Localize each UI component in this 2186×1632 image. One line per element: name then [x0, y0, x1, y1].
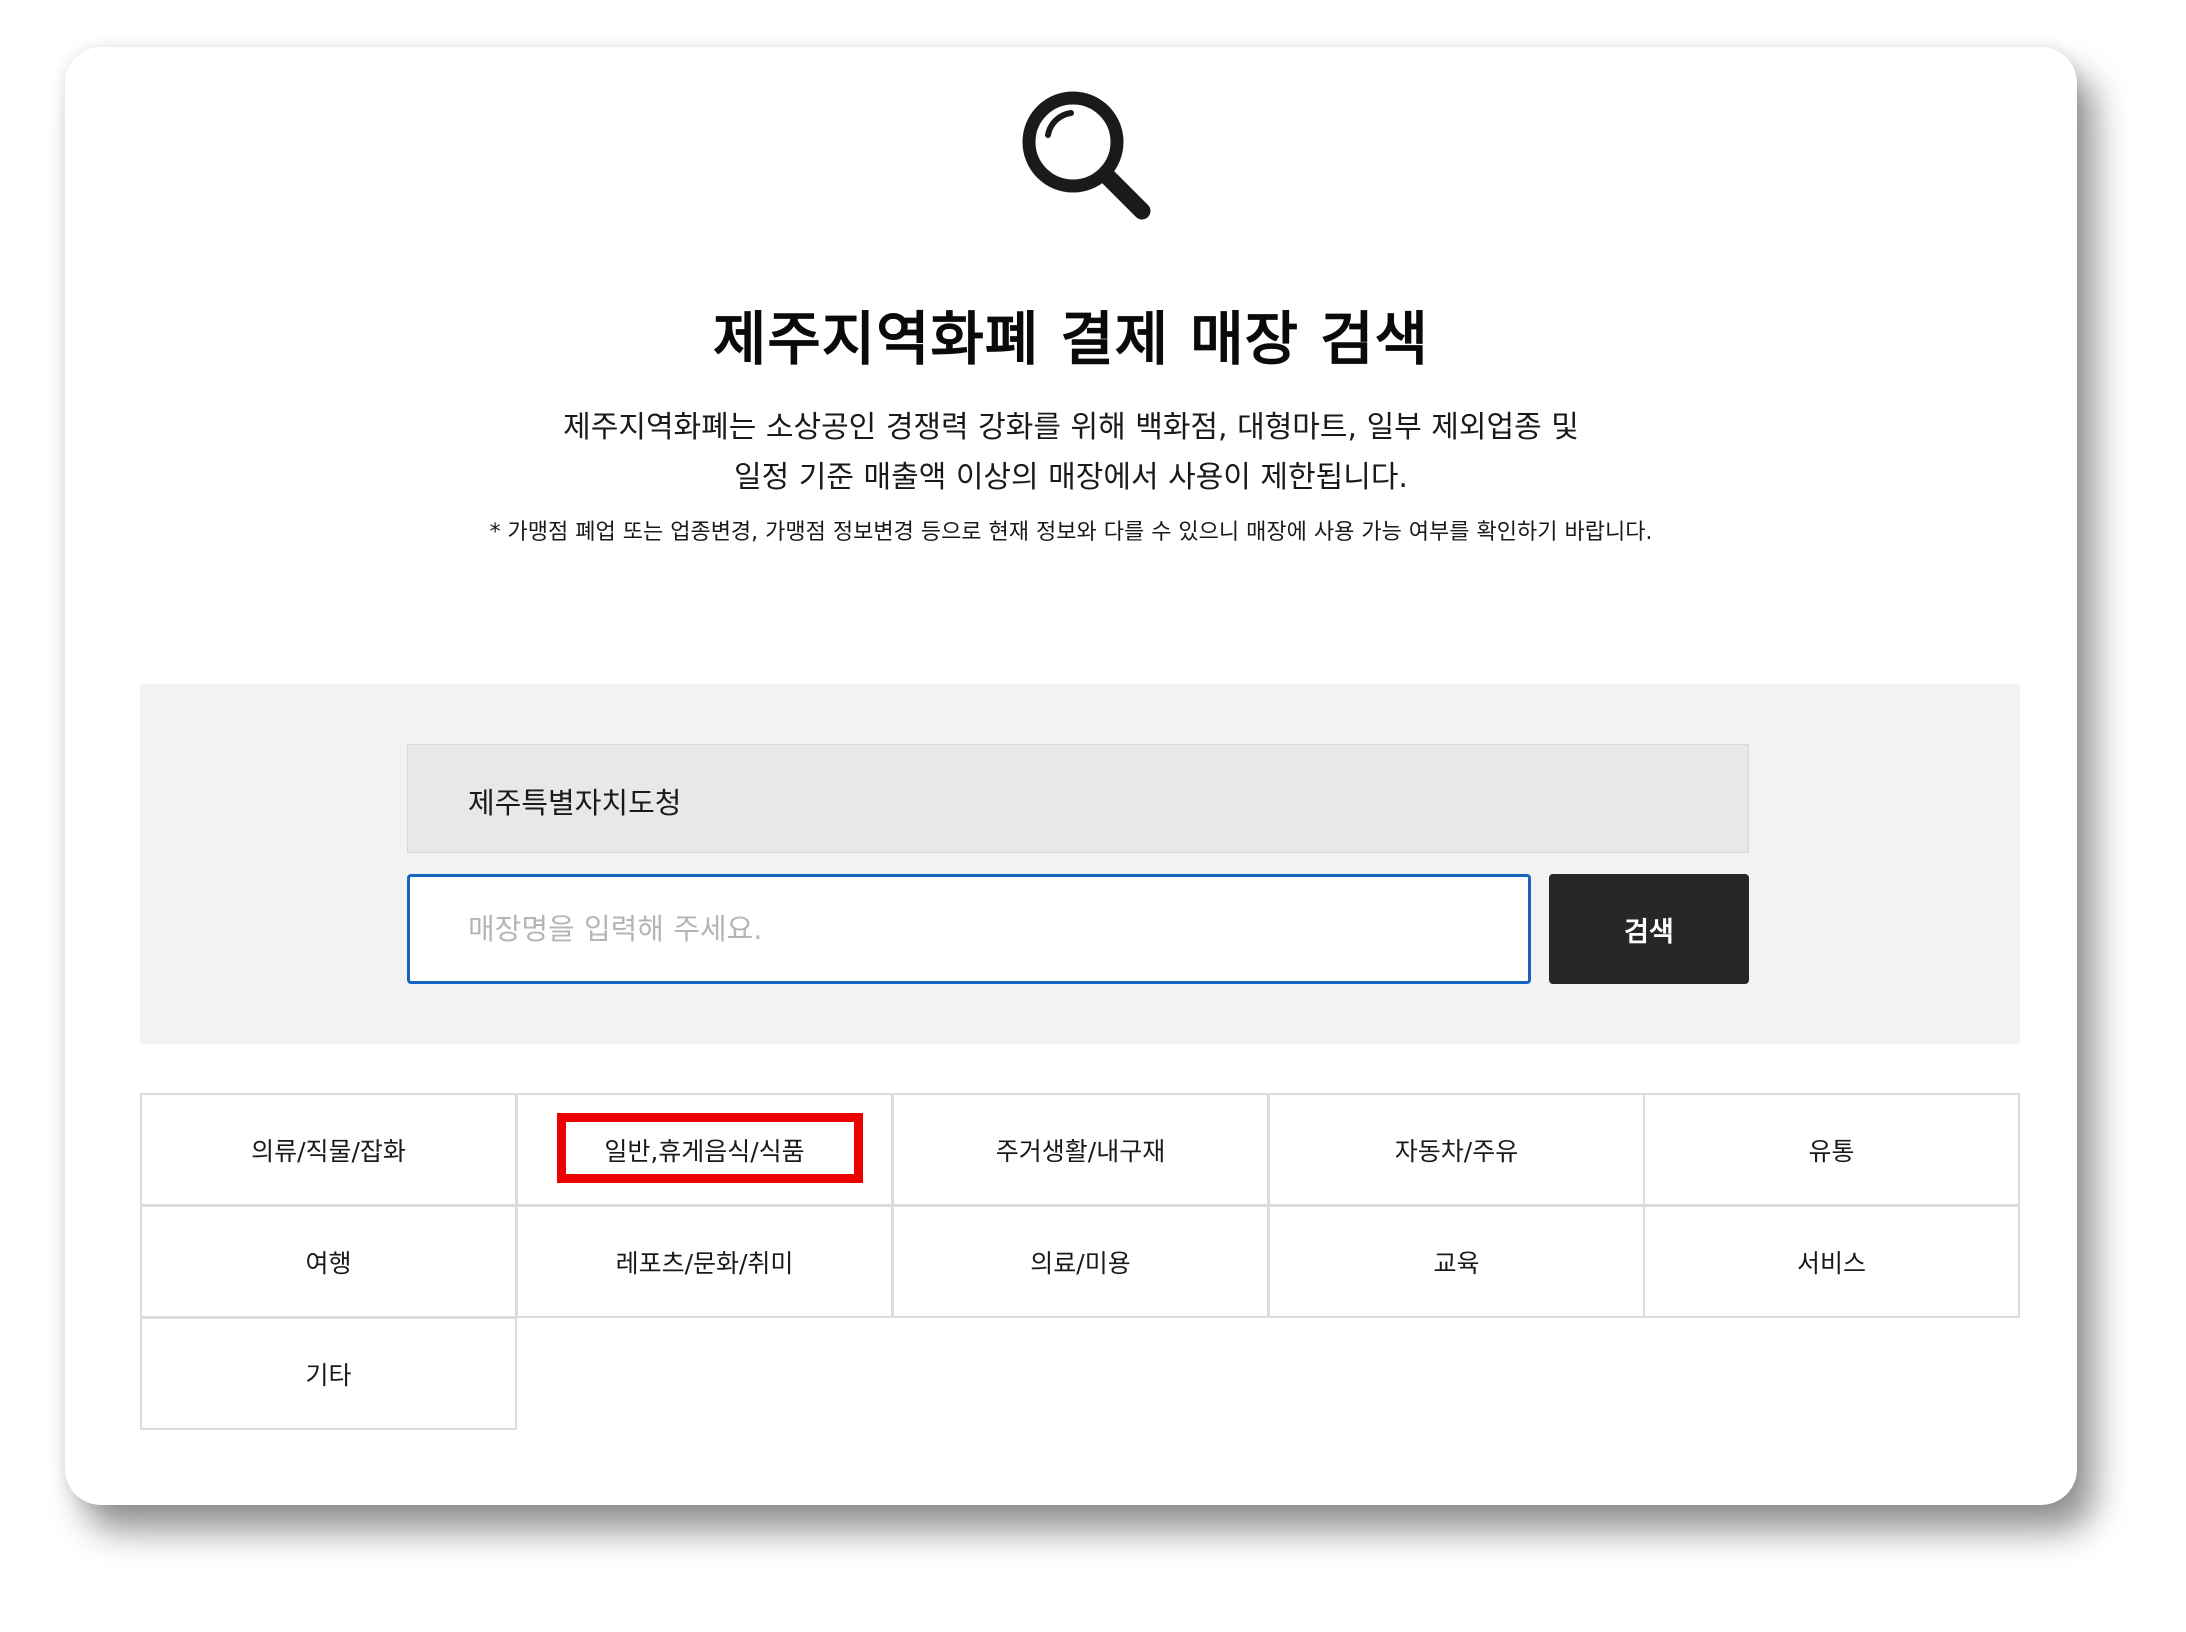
magnifier-icon — [1022, 91, 1151, 220]
category-item-education[interactable]: 교육 — [1268, 1205, 1645, 1318]
category-item-clothing[interactable]: 의류/직물/잡화 — [140, 1093, 517, 1206]
notice-text: * 가맹점 폐업 또는 업종변경, 가맹점 정보변경 등으로 현재 정보와 다를… — [489, 520, 1653, 545]
category-item-leisure[interactable]: 레포츠/문화/취미 — [516, 1205, 893, 1318]
region-select[interactable]: 제주특별자치도청 — [407, 744, 1749, 853]
category-item-housing[interactable]: 주거생활/내구재 — [892, 1093, 1269, 1206]
page-title: 제주지역화폐 결제 매장 검색 — [713, 305, 1429, 373]
category-item-auto[interactable]: 자동차/주유 — [1268, 1093, 1645, 1206]
region-select-value: 제주특별자치도청 — [468, 786, 682, 820]
store-name-input[interactable] — [407, 874, 1531, 984]
description-line-2: 일정 기준 매출액 이상의 매장에서 사용이 제한됩니다. — [734, 460, 1408, 495]
category-item-medical[interactable]: 의료/미용 — [892, 1205, 1269, 1318]
category-item-service[interactable]: 서비스 — [1643, 1205, 2020, 1318]
search-button[interactable]: 검색 — [1549, 874, 1749, 984]
category-item-food[interactable]: 일반,휴게음식/식품 — [516, 1093, 893, 1206]
category-item-retail[interactable]: 유통 — [1643, 1093, 2020, 1206]
category-item-etc[interactable]: 기타 — [140, 1317, 517, 1430]
page-card: 제주지역화폐 결제 매장 검색 제주지역화폐는 소상공인 경쟁력 강화를 위해 … — [65, 47, 2077, 1505]
description-line-1: 제주지역화폐는 소상공인 경쟁력 강화를 위해 백화점, 대형마트, 일부 제외… — [563, 410, 1579, 445]
search-panel: 제주특별자치도청 검색 — [140, 684, 2020, 1044]
category-item-travel[interactable]: 여행 — [140, 1205, 517, 1318]
